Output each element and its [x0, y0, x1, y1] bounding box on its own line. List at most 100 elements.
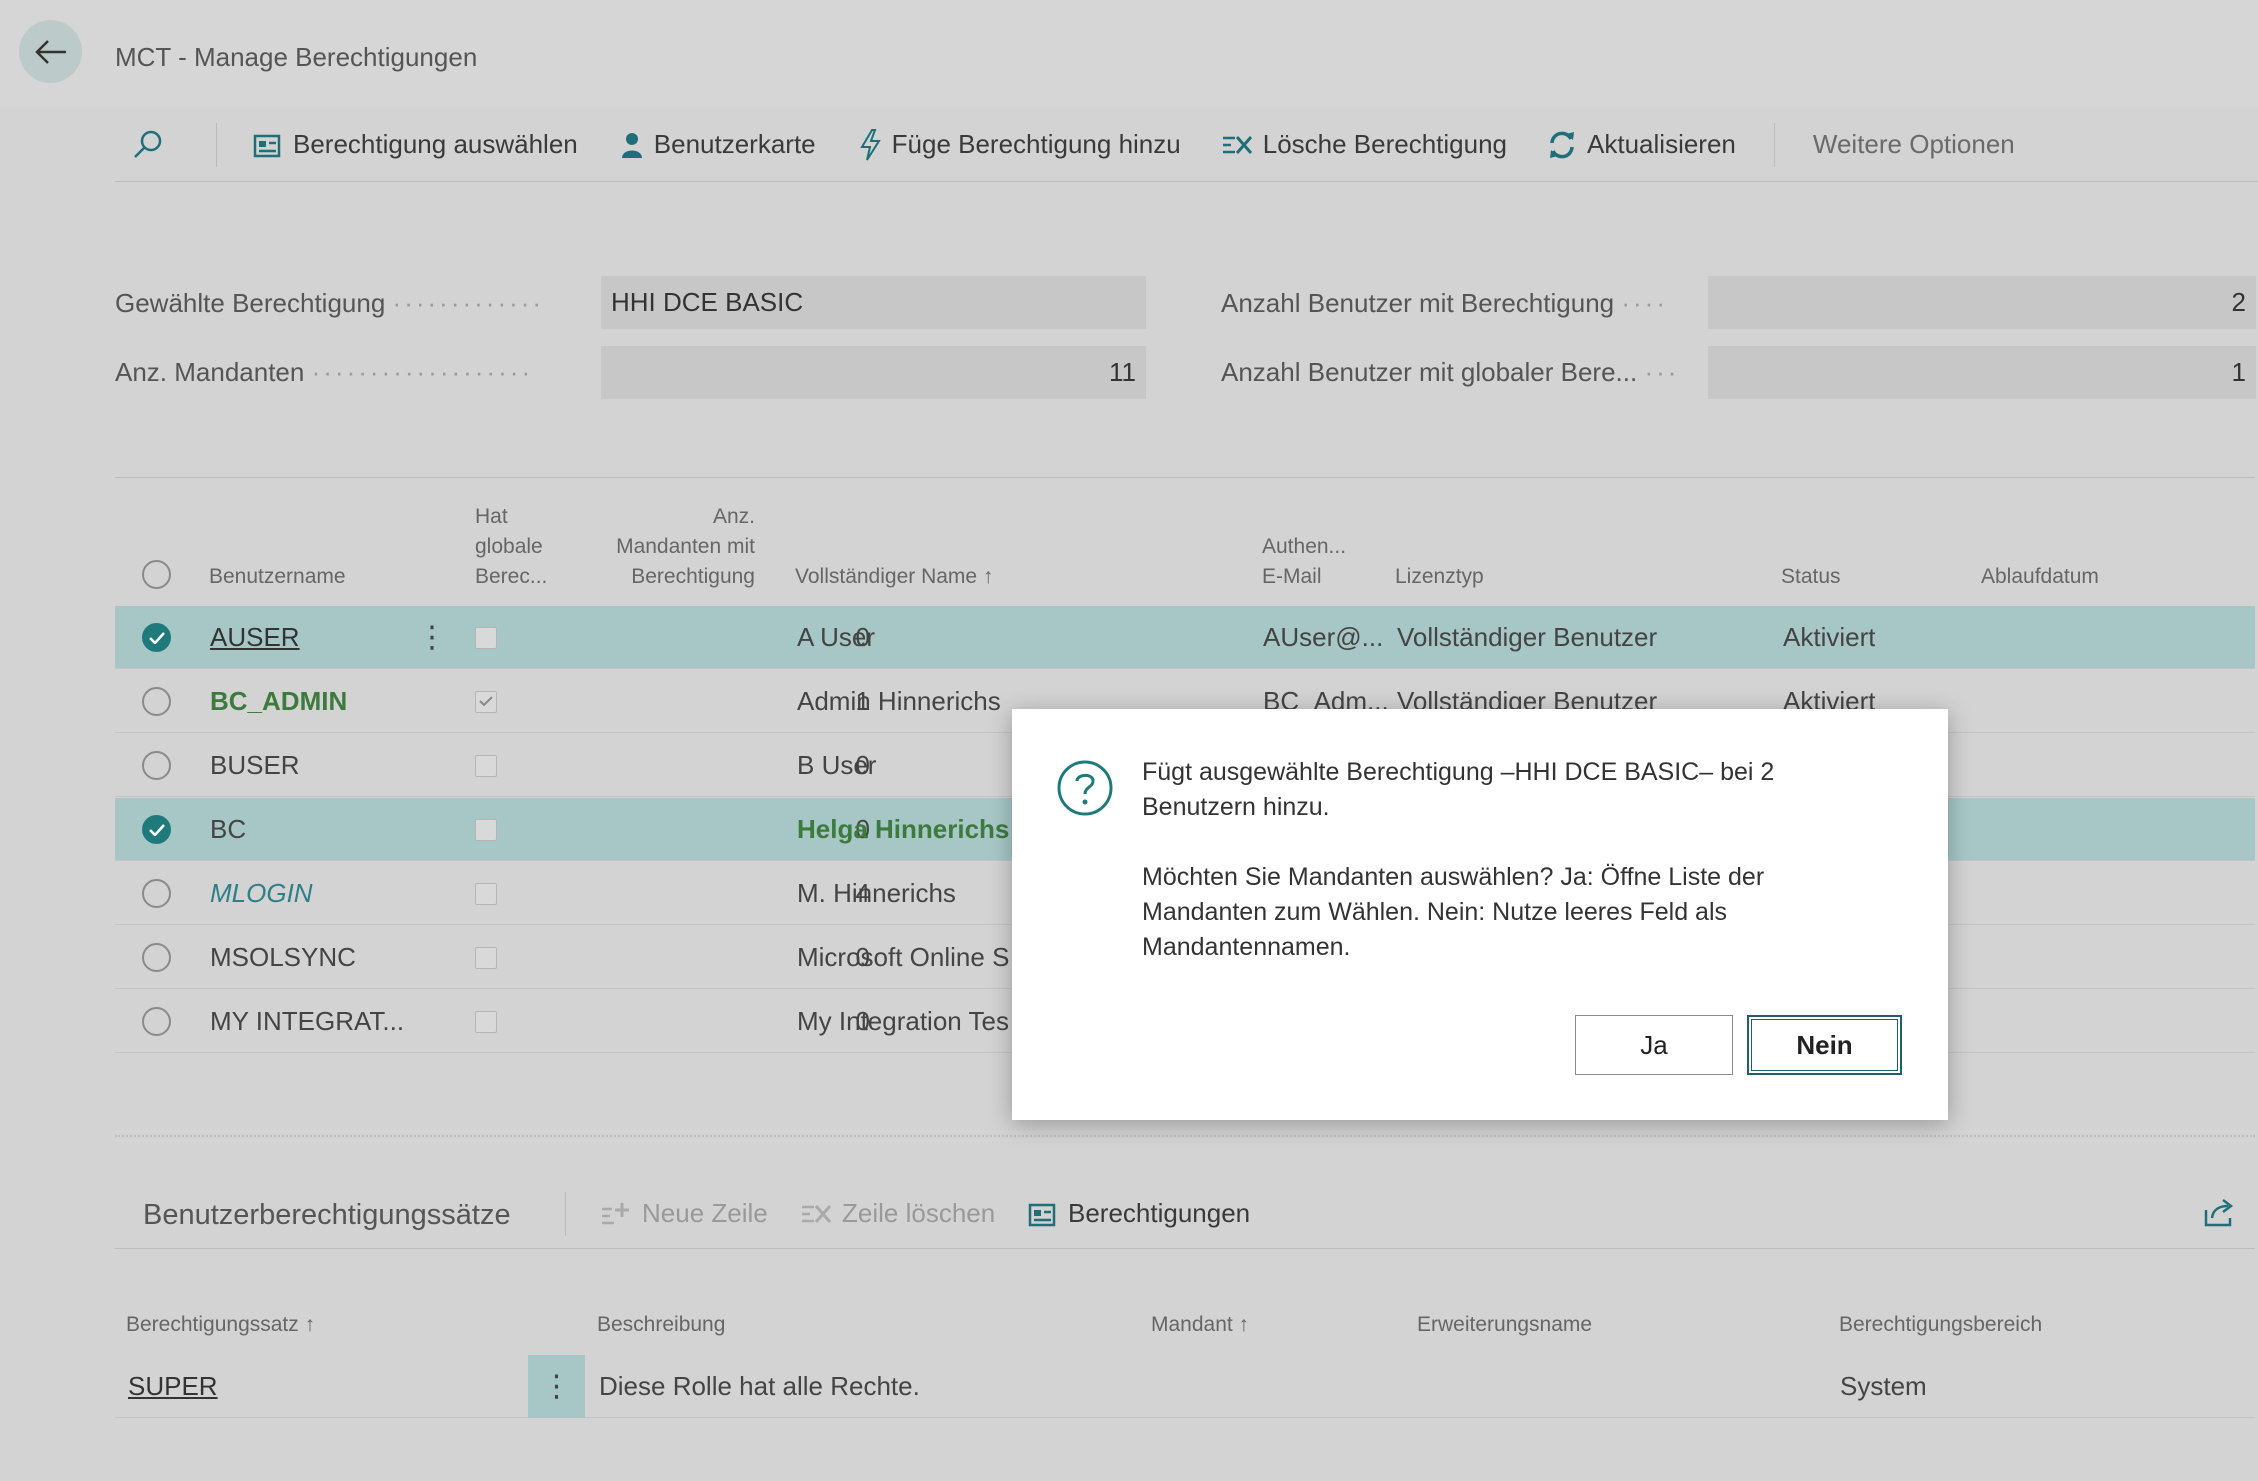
company-count-label: Anz. Mandanten ··················· — [115, 357, 534, 387]
global-checkbox[interactable] — [475, 818, 497, 841]
username-cell[interactable]: MY INTEGRAT... — [210, 990, 404, 1053]
row-actions-icon[interactable]: ⋮ — [417, 606, 447, 669]
more-options-button[interactable]: Weitere Optionen — [1813, 129, 2015, 160]
header-auth-email[interactable]: Authen... E-Mail — [1262, 532, 1346, 592]
no-button[interactable]: Nein — [1747, 1015, 1902, 1075]
dialog-line: Mandanten zum Wählen. Nein: Nutze leeres… — [1142, 898, 1728, 926]
header-username[interactable]: Benutzername — [209, 562, 346, 592]
row-select-radio[interactable] — [142, 751, 171, 780]
add-permission-button[interactable]: Füge Berechtigung hinzu — [858, 128, 1181, 161]
more-options-label: Weitere Optionen — [1812, 129, 2015, 159]
header-scope[interactable]: Berechtigungsbereich — [1839, 1310, 2042, 1340]
table-row[interactable]: SUPER ⋮ Diese Rolle hat alle Rechte. Sys… — [115, 1355, 2255, 1418]
select-permission-label: Berechtigung auswählen — [293, 129, 578, 159]
header-expiry[interactable]: Ablaufdatum — [1981, 562, 2099, 592]
delete-line-button[interactable]: Zeile löschen — [800, 1198, 995, 1229]
dialog-line: Mandantennamen. — [1142, 933, 1351, 961]
user-card-button[interactable]: Benutzerkarte — [620, 129, 816, 160]
row-select-radio[interactable] — [142, 623, 171, 652]
fullname-cell: M. Hinnerichs — [797, 878, 956, 908]
header-extension[interactable]: Erweiterungsname — [1417, 1310, 1592, 1340]
search-button[interactable] — [132, 129, 174, 161]
refresh-label: Aktualisieren — [1587, 129, 1736, 159]
new-line-button[interactable]: Neue Zeile — [600, 1198, 768, 1229]
permissions-label: Berechtigungen — [1068, 1198, 1251, 1228]
back-button[interactable] — [19, 20, 82, 83]
header-description[interactable]: Beschreibung — [597, 1310, 725, 1340]
dialog-line: Benutzern hinzu. — [1142, 793, 1330, 821]
row-select-radio[interactable] — [142, 687, 171, 716]
scope-cell: System — [1840, 1371, 1927, 1401]
new-line-label: Neue Zeile — [642, 1198, 768, 1228]
new-line-icon — [602, 1202, 629, 1224]
refresh-button[interactable]: Aktualisieren — [1547, 129, 1736, 160]
selected-permission-label: Gewählte Berechtigung ············· — [115, 288, 545, 318]
row-select-radio[interactable] — [142, 879, 171, 908]
toolbar-separator — [216, 122, 217, 167]
username-cell[interactable]: BC — [210, 798, 246, 861]
page-title: MCT - Manage Berechtigungen — [115, 42, 478, 72]
dialog-message: Fügt ausgewählte Berechtigung –HHI DCE B… — [1142, 755, 1882, 965]
header-global[interactable]: Hat globale Berec... — [475, 502, 547, 592]
share-button[interactable] — [2203, 1198, 2235, 1233]
row-actions-icon[interactable]: ⋮ — [528, 1355, 585, 1418]
header-company[interactable]: Mandant ↑ — [1151, 1310, 1249, 1340]
header-company-count[interactable]: Anz. Mandanten mit Berechtigung — [590, 502, 755, 592]
email-cell: AUser@... — [1263, 622, 1384, 652]
fullname-cell: Helga Hinnerichs — [797, 814, 1010, 844]
global-checkbox[interactable] — [475, 754, 497, 777]
users-with-global-field[interactable]: 1 — [1708, 346, 2256, 399]
selected-permission-field[interactable]: HHI DCE BASIC — [601, 276, 1146, 329]
select-all-radio[interactable] — [142, 560, 171, 589]
permission-set-cell[interactable]: SUPER — [128, 1355, 218, 1418]
dialog-line: Möchten Sie Mandanten auswählen? Ja: Öff… — [1142, 863, 1765, 891]
username-cell[interactable]: BUSER — [210, 734, 300, 797]
row-select-radio[interactable] — [142, 943, 171, 972]
checkmark-icon — [479, 696, 493, 707]
header-fullname[interactable]: Vollständiger Name ↑ — [795, 562, 993, 592]
username-cell[interactable]: MSOLSYNC — [210, 926, 356, 989]
header-status[interactable]: Status — [1781, 562, 1841, 592]
permissions-button[interactable]: Berechtigungen — [1028, 1198, 1250, 1229]
header-license[interactable]: Lizenztyp — [1395, 562, 1484, 592]
share-icon — [2204, 1199, 2234, 1227]
select-list-icon — [253, 134, 281, 157]
yes-button[interactable]: Ja — [1575, 1015, 1733, 1075]
global-checkbox[interactable] — [475, 1010, 497, 1033]
dialog-line: Fügt ausgewählte Berechtigung –HHI DCE B… — [1142, 758, 1775, 786]
username-cell[interactable]: MLOGIN — [210, 862, 313, 925]
company-count-field[interactable]: 11 — [601, 346, 1146, 399]
section-divider — [115, 1135, 2255, 1137]
fullname-cell: My Integration Tes — [797, 1006, 1009, 1036]
lightning-icon — [859, 128, 881, 161]
delete-row-icon — [802, 1204, 832, 1223]
fullname-cell: Admin Hinnerichs — [797, 686, 1001, 716]
license-cell: Vollständiger Benutzer — [1397, 622, 1658, 652]
toolbar-separator — [565, 1192, 566, 1236]
global-checkbox[interactable] — [475, 946, 497, 969]
username-cell[interactable]: AUSER — [210, 606, 300, 669]
checkmark-icon — [148, 823, 165, 836]
username-cell[interactable]: BC_ADMIN — [210, 670, 347, 733]
status-cell: Aktiviert — [1783, 622, 1876, 652]
delete-permission-button[interactable]: Lösche Berechtigung — [1221, 129, 1507, 160]
checkmark-icon — [148, 631, 165, 644]
global-checkbox[interactable] — [475, 882, 497, 905]
confirm-dialog: Fügt ausgewählte Berechtigung –HHI DCE B… — [1012, 709, 1948, 1120]
global-checkbox[interactable] — [475, 690, 497, 713]
users-with-permission-label: Anzahl Benutzer mit Berechtigung ···· — [1221, 288, 1668, 318]
question-icon — [1056, 759, 1114, 822]
select-list-icon — [1028, 1203, 1056, 1226]
global-checkbox[interactable] — [475, 626, 497, 649]
row-select-radio[interactable] — [142, 815, 171, 844]
table-row[interactable]: AUSER ⋮ 0 A User AUser@... Vollständiger… — [115, 606, 2255, 669]
row-select-radio[interactable] — [142, 1007, 171, 1036]
header-permission-set[interactable]: Berechtigungssatz ↑ — [126, 1310, 315, 1340]
add-permission-label: Füge Berechtigung hinzu — [891, 129, 1181, 159]
fullname-cell: B User — [797, 750, 877, 780]
users-with-permission-field[interactable]: 2 — [1708, 276, 2256, 329]
search-icon — [134, 130, 162, 158]
delete-row-icon — [1222, 135, 1252, 154]
select-permission-button[interactable]: Berechtigung auswählen — [253, 129, 578, 160]
user-card-label: Benutzerkarte — [653, 129, 816, 159]
